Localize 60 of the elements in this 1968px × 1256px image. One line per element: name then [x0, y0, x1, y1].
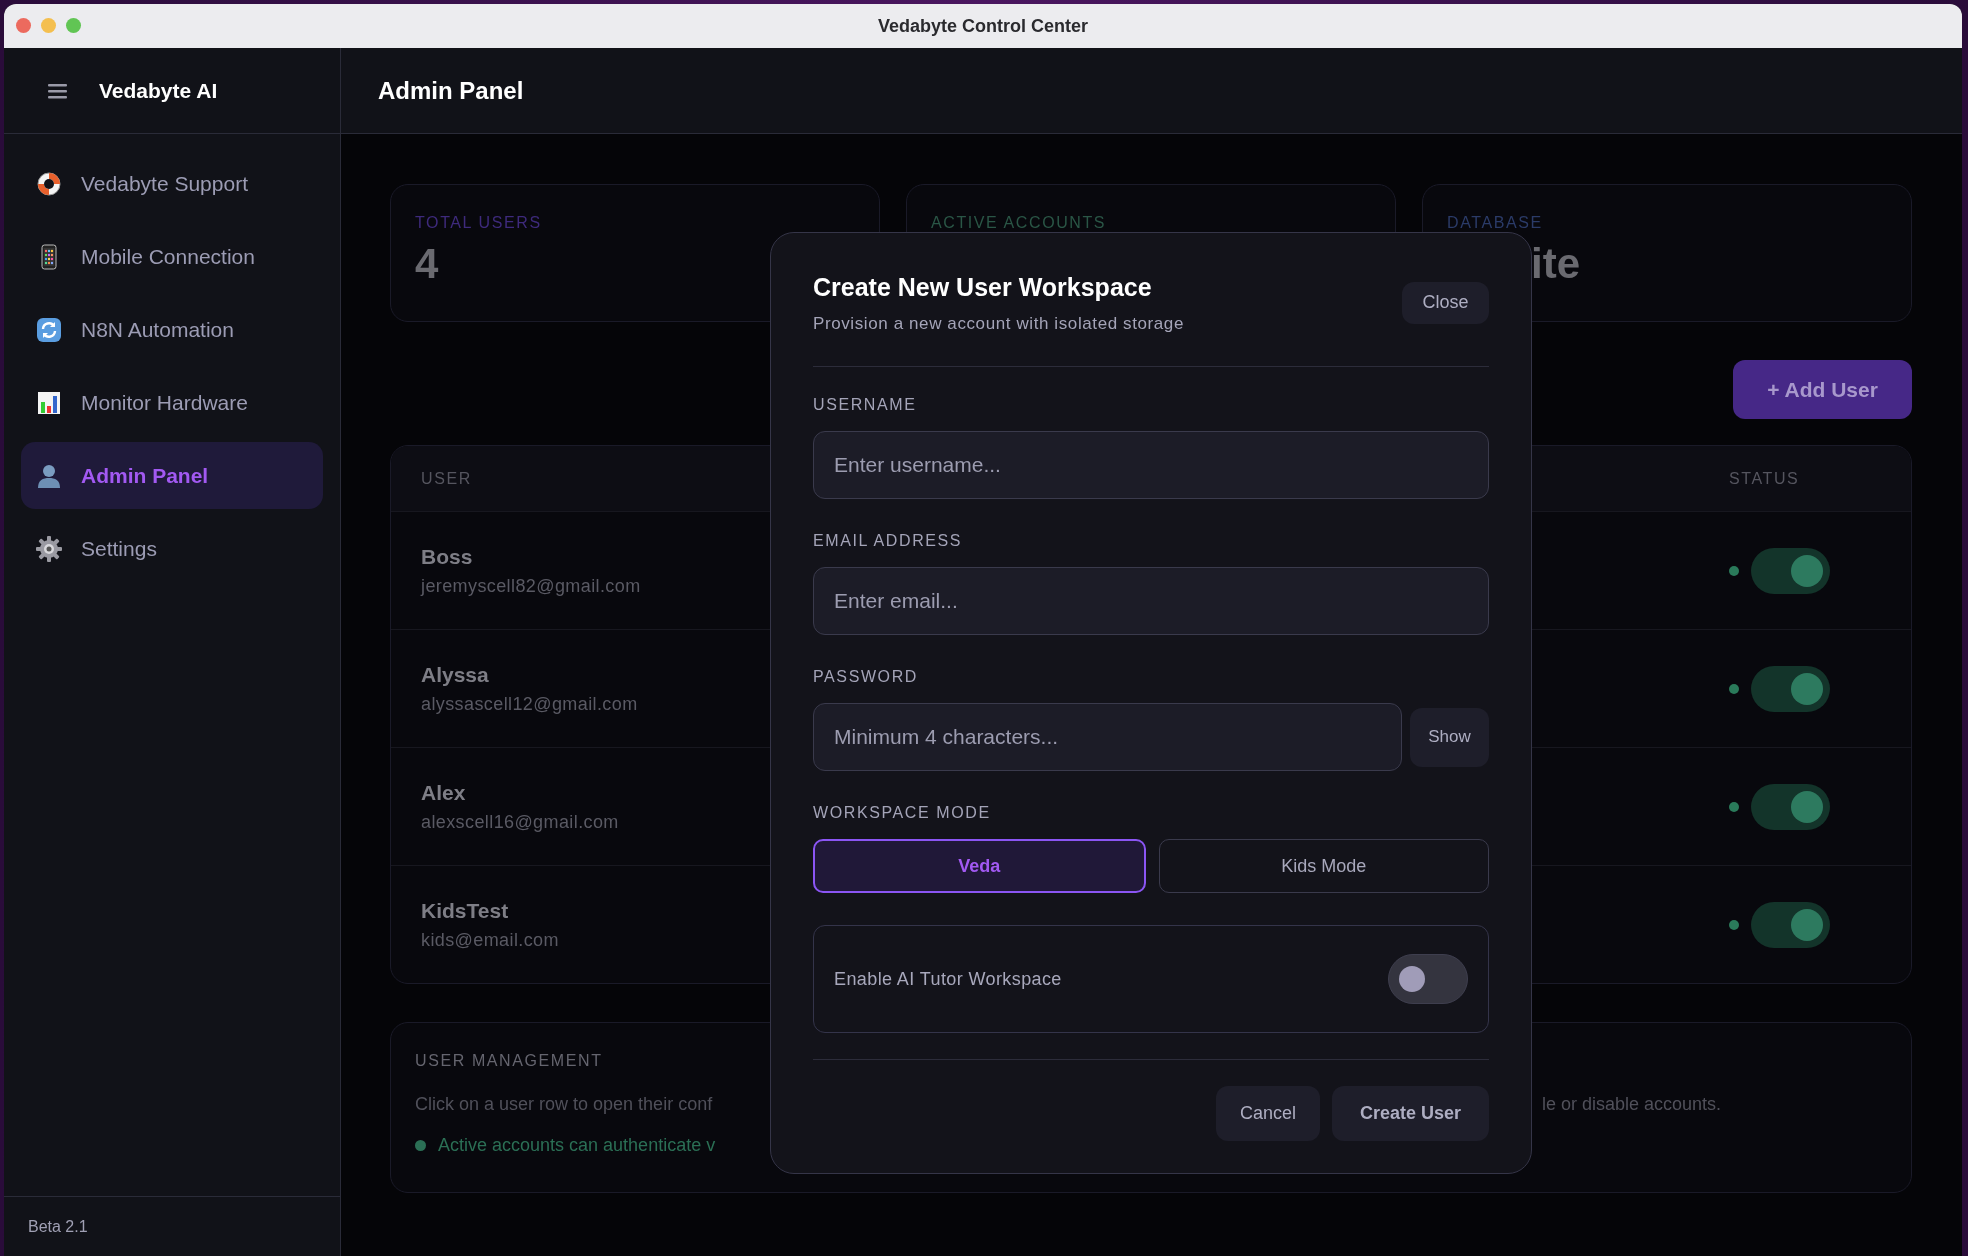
field-label: WORKSPACE MODE [813, 803, 992, 823]
sidebar-item[interactable]: N8N Automation [21, 296, 323, 363]
status-toggle[interactable] [1751, 783, 1830, 830]
info-text: le or disable accounts. [1542, 1093, 1722, 1116]
gear-icon [35, 534, 63, 563]
sidebar-item[interactable]: Admin Panel [21, 442, 323, 509]
status-dot [1729, 565, 1739, 576]
modal-subtitle: Provision a new account with isolated storage [813, 312, 1184, 335]
status-dot [1729, 801, 1739, 812]
mode-option[interactable]: Kids Mode [1158, 839, 1489, 893]
option-label: Enable AI Tutor Workspace [834, 967, 1062, 991]
status-dot [415, 1140, 426, 1151]
create-user-button[interactable]: Create User [1331, 1086, 1489, 1141]
user-name: Alex [421, 780, 466, 807]
version-label: Beta 2.1 [28, 1216, 88, 1237]
toggle-switch[interactable] [1388, 954, 1468, 1004]
app-name: Vedabyte AI [99, 77, 218, 104]
status-toggle[interactable] [1751, 547, 1830, 594]
window-title: Vedabyte Control Center [877, 14, 1088, 38]
input-field[interactable]: Enter email... [813, 567, 1489, 635]
menu-icon[interactable] [48, 82, 67, 99]
stat-label: ACTIVE ACCOUNTS [931, 213, 1108, 233]
page-title: Admin Panel [378, 75, 524, 106]
refresh-icon [35, 315, 63, 344]
field-label: USERNAME [813, 395, 918, 415]
add-user-button[interactable]: + Add User [1733, 360, 1912, 419]
sidebar-item[interactable]: Vedabyte Support [21, 150, 323, 217]
input-field[interactable]: Enter username... [813, 431, 1489, 499]
sidebar-item[interactable]: Monitor Hardware [21, 369, 323, 436]
user-email: alexscell16@gmail.com [421, 810, 619, 834]
user-name: Alyssa [421, 662, 489, 689]
user-email: jeremyscell82@gmail.com [421, 574, 641, 598]
mode-option[interactable]: Veda [813, 839, 1146, 893]
modal-title: Create New User Workspace [813, 272, 1153, 303]
stat-value: ite [1531, 239, 1581, 289]
lifebuoy-icon [35, 169, 63, 198]
sidebar-item[interactable]: Mobile Connection [21, 223, 323, 290]
show-button[interactable]: Show [1410, 707, 1489, 767]
stat-label: DATABASE [1447, 213, 1544, 233]
close-button[interactable]: Close [1402, 281, 1489, 324]
password-field[interactable]: Minimum 4 characters... [813, 703, 1402, 771]
user-email: kids@email.com [421, 928, 559, 952]
status-toggle[interactable] [1751, 665, 1830, 712]
field-label: EMAIL ADDRESS [813, 531, 964, 551]
info-note: Active accounts can authenticate v [438, 1134, 716, 1157]
column-header: STATUS [1729, 469, 1800, 487]
info-text: Click on a user row to open their conf [415, 1093, 713, 1116]
close-button[interactable] [16, 18, 31, 33]
cancel-button[interactable]: Cancel [1215, 1086, 1320, 1141]
info-title: USER MANAGEMENT [415, 1051, 604, 1071]
status-toggle[interactable] [1751, 901, 1830, 948]
sidebar-item[interactable]: Settings [21, 515, 323, 582]
field-label: PASSWORD [813, 667, 919, 687]
user-email: alyssascell12@gmail.com [421, 692, 638, 716]
status-dot [1729, 919, 1739, 930]
user-name: Boss [421, 544, 473, 571]
stat-label: TOTAL USERS [415, 213, 543, 233]
status-dot [1729, 683, 1739, 694]
column-header: USER [421, 469, 472, 487]
user-name: KidsTest [421, 898, 509, 925]
